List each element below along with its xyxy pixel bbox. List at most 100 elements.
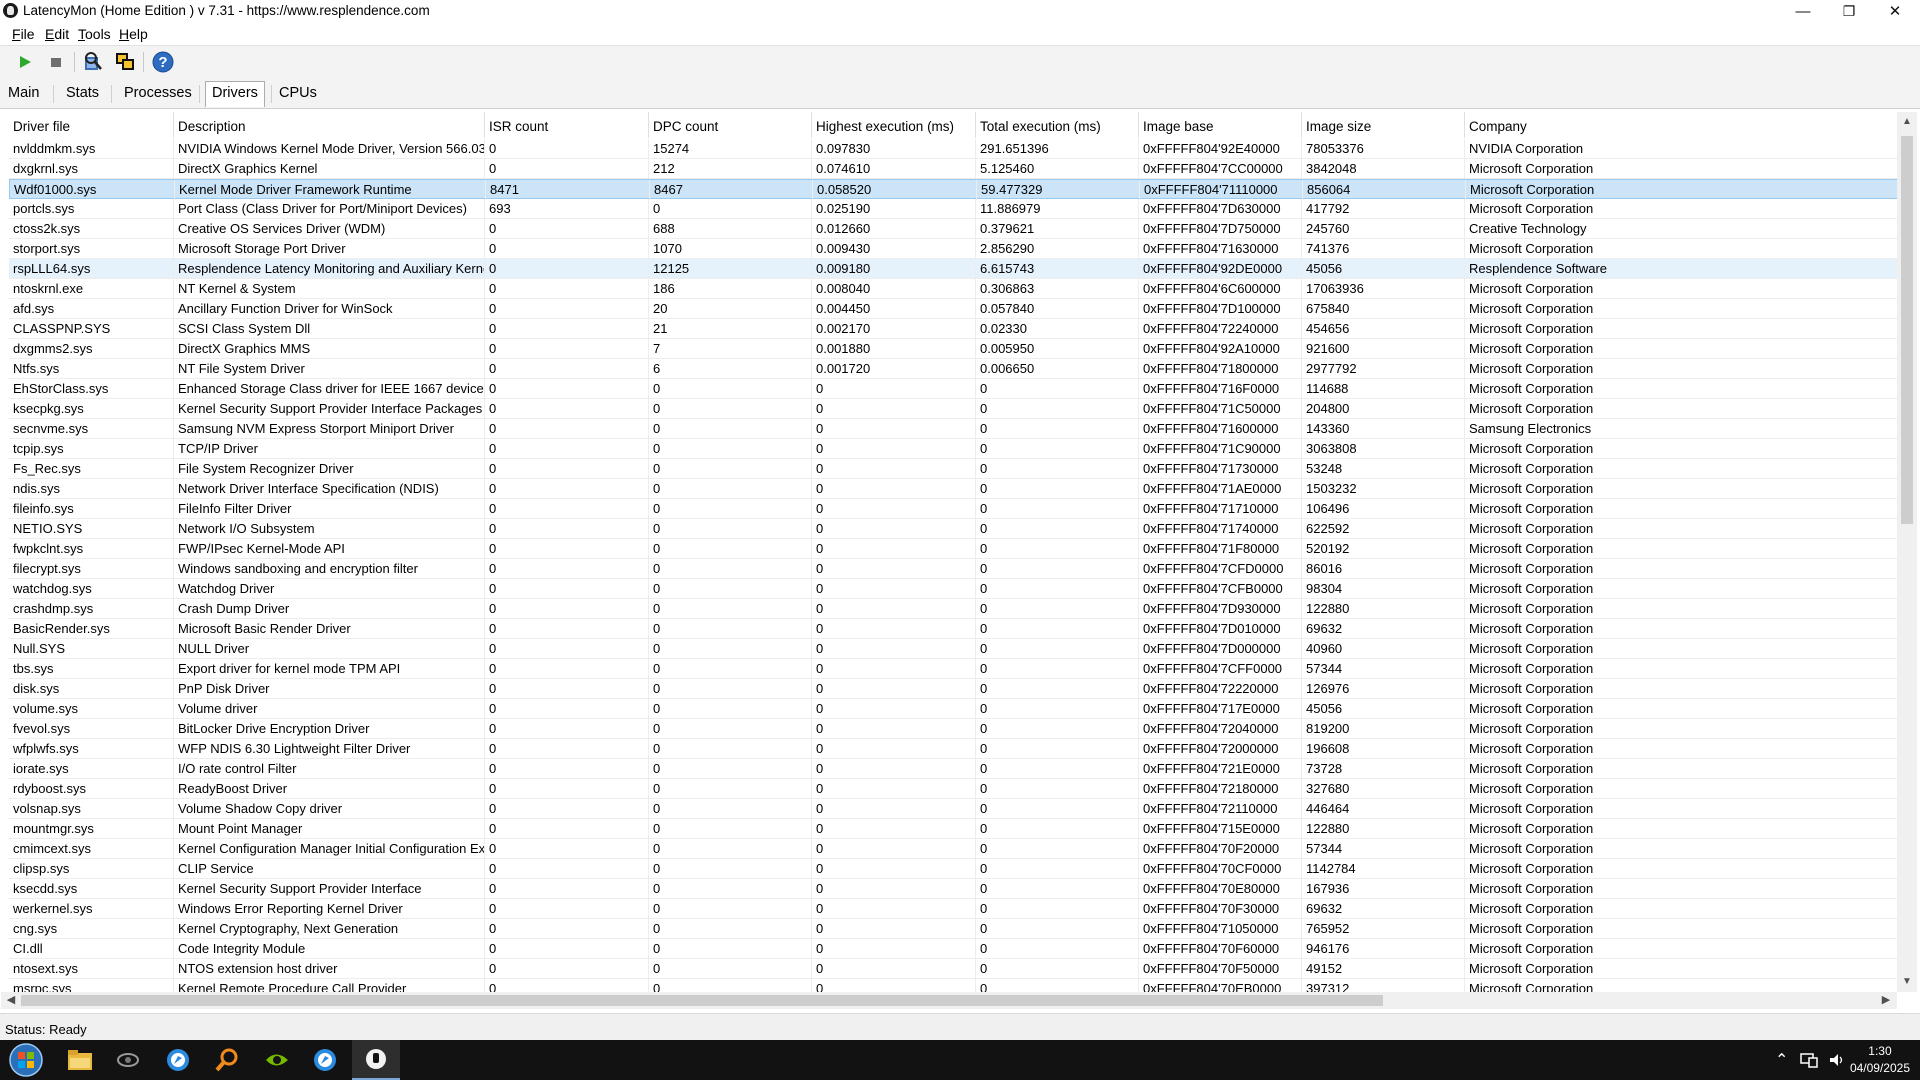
- table-row[interactable]: NETIO.SYS Network I/O Subsystem 0 0 0 0 0xFFFF…: [9, 519, 1897, 539]
- nvidia-icon[interactable]: [253, 1040, 301, 1080]
- windows-icon[interactable]: [112, 49, 138, 75]
- table-row[interactable]: Wdf01000.sys Kernel Mode Driver Framework…: [9, 179, 1897, 200]
- table-row[interactable]: watchdog.sys Watchdog Driver 0 0 0 0 0xFFFFF80…: [9, 579, 1897, 599]
- table-row[interactable]: cng.sys Kernel Cryptography, Next Generat…: [9, 919, 1897, 939]
- file-explorer-icon[interactable]: [56, 1040, 104, 1080]
- column-header-image-size[interactable]: Image size: [1301, 112, 1464, 138]
- cell-dpc-count: 7: [648, 339, 811, 359]
- table-row[interactable]: nvlddmkm.sys NVIDIA Windows Kernel Mode D…: [9, 139, 1897, 159]
- minimize-button[interactable]: —: [1780, 0, 1826, 22]
- table-row[interactable]: clipsp.sys CLIP Service 0 0 0 0 0xFFFFF804'70C…: [9, 859, 1897, 879]
- table-row[interactable]: dxgkrnl.sys DirectX Graphics Kernel 0 212 0.…: [9, 159, 1897, 179]
- table-row[interactable]: volsnap.sys Volume Shadow Copy driver 0 0 0 0…: [9, 799, 1897, 819]
- maximize-button[interactable]: ❐: [1826, 0, 1872, 22]
- table-row[interactable]: dxgmms2.sys DirectX Graphics MMS 0 7 0.00188…: [9, 339, 1897, 359]
- table-row[interactable]: Null.SYS NULL Driver 0 0 0 0 0xFFFFF804'7D0000…: [9, 639, 1897, 659]
- scroll-up-arrow-icon[interactable]: ▲: [1901, 116, 1913, 130]
- table-row[interactable]: Fs_Rec.sys File System Recognizer Driver 0…: [9, 459, 1897, 479]
- scroll-right-arrow-icon[interactable]: ▶: [1879, 993, 1893, 1006]
- stop-icon[interactable]: [43, 49, 69, 75]
- table-row[interactable]: tcpip.sys TCP/IP Driver 0 0 0 0 0xFFFFF804'71C…: [9, 439, 1897, 459]
- table-row[interactable]: rdyboost.sys ReadyBoost Driver 0 0 0 0 0xFFFFF…: [9, 779, 1897, 799]
- column-header-total-execution[interactable]: Total execution (ms): [975, 112, 1138, 138]
- column-header-image-base[interactable]: Image base: [1138, 112, 1301, 138]
- table-row[interactable]: ntosext.sys NTOS extension host driver 0 0 0…: [9, 959, 1897, 979]
- column-header-isr-count[interactable]: ISR count: [484, 112, 648, 138]
- vertical-scroll-thumb[interactable]: [1901, 136, 1913, 524]
- table-row[interactable]: iorate.sys I/O rate control Filter 0 0 0 0 0xF…: [9, 759, 1897, 779]
- cell-image-size: 57344: [1301, 839, 1464, 859]
- cell-isr-count: 0: [484, 959, 648, 979]
- table-row[interactable]: ndis.sys Network Driver Interface Specifi…: [9, 479, 1897, 499]
- menu-tools[interactable]: Tools: [78, 26, 111, 42]
- scroll-down-arrow-icon[interactable]: ▼: [1901, 976, 1913, 990]
- table-row[interactable]: CI.dll Code Integrity Module 0 0 0 0 0xFFFFF80…: [9, 939, 1897, 959]
- browser-icon[interactable]: [154, 1040, 202, 1080]
- browser-icon-2[interactable]: [301, 1040, 349, 1080]
- table-row[interactable]: fwpkclnt.sys FWP/IPsec Kernel-Mode API 0 0 0…: [9, 539, 1897, 559]
- table-row[interactable]: wfplwfs.sys WFP NDIS 6.30 Lightweight Fil…: [9, 739, 1897, 759]
- cell-total-execution: 0: [975, 539, 1138, 559]
- table-row[interactable]: secnvme.sys Samsung NVM Express Storport …: [9, 419, 1897, 439]
- search-driver-icon[interactable]: [80, 49, 106, 75]
- drivers-table[interactable]: Driver file Description ISR count DPC count…: [1, 112, 1897, 992]
- table-row[interactable]: ntoskrnl.exe NT Kernel & System 0 186 0.0080…: [9, 279, 1897, 299]
- cell-company: Microsoft Corporation: [1464, 759, 1664, 779]
- column-header-highest-execution[interactable]: Highest execution (ms): [811, 112, 975, 138]
- latencymon-icon[interactable]: [352, 1040, 400, 1080]
- start-orb-icon[interactable]: [2, 1040, 50, 1080]
- tab-cpus[interactable]: CPUs: [273, 82, 323, 106]
- column-header-driver-file[interactable]: Driver file: [9, 112, 173, 138]
- help-icon[interactable]: ?: [150, 49, 176, 75]
- table-row[interactable]: portcls.sys Port Class (Class Driver for …: [9, 199, 1897, 219]
- network-icon[interactable]: [1800, 1052, 1819, 1068]
- cell-isr-count: 0: [484, 979, 648, 992]
- table-row[interactable]: Ntfs.sys NT File System Driver 0 6 0.001720 0…: [9, 359, 1897, 379]
- tab-drivers[interactable]: Drivers: [205, 81, 265, 107]
- app-icon[interactable]: [104, 1040, 152, 1080]
- tab-processes[interactable]: Processes: [118, 82, 198, 106]
- table-row[interactable]: fvevol.sys BitLocker Drive Encryption Dri…: [9, 719, 1897, 739]
- cell-dpc-count: 0: [648, 619, 811, 639]
- table-row[interactable]: ksecpkg.sys Kernel Security Support Provi…: [9, 399, 1897, 419]
- volume-icon[interactable]: [1828, 1052, 1846, 1068]
- cell-dpc-count: 20: [648, 299, 811, 319]
- column-header-dpc-count[interactable]: DPC count: [648, 112, 811, 138]
- horizontal-scroll-thumb[interactable]: [21, 995, 1383, 1006]
- scroll-left-arrow-icon[interactable]: ◀: [4, 993, 18, 1006]
- table-row[interactable]: filecrypt.sys Windows sandboxing and encr…: [9, 559, 1897, 579]
- close-button[interactable]: ✕: [1872, 0, 1918, 22]
- search-app-icon[interactable]: [203, 1040, 251, 1080]
- horizontal-scrollbar[interactable]: ◀ ▶: [1, 992, 1897, 1009]
- clock[interactable]: 1:30 04/09/2025: [1850, 1043, 1910, 1077]
- table-row[interactable]: werkernel.sys Windows Error Reporting Ker…: [9, 899, 1897, 919]
- table-row[interactable]: msrpc.sys Kernel Remote Procedure Call Pr…: [9, 979, 1897, 992]
- table-row[interactable]: CLASSPNP.SYS SCSI Class System Dll 0 21 0.00…: [9, 319, 1897, 339]
- menu-edit[interactable]: Edit: [45, 26, 69, 42]
- column-header-description[interactable]: Description: [173, 112, 484, 138]
- menu-file[interactable]: File: [12, 26, 35, 42]
- table-row[interactable]: fileinfo.sys FileInfo Filter Driver 0 0 0 0 0x…: [9, 499, 1897, 519]
- table-row[interactable]: cmimcext.sys Kernel Configuration Manager…: [9, 839, 1897, 859]
- cell-image-size: 327680: [1301, 779, 1464, 799]
- menu-help[interactable]: Help: [119, 26, 148, 42]
- table-row[interactable]: ctoss2k.sys Creative OS Services Driver (…: [9, 219, 1897, 239]
- table-row[interactable]: mountmgr.sys Mount Point Manager 0 0 0 0 0xFFF…: [9, 819, 1897, 839]
- table-row[interactable]: afd.sys Ancillary Function Driver for Win…: [9, 299, 1897, 319]
- tray-overflow-arrow-icon[interactable]: ⌃: [1775, 1050, 1788, 1070]
- vertical-scrollbar[interactable]: ▲ ▼: [1897, 112, 1917, 992]
- play-icon[interactable]: [12, 49, 38, 75]
- tab-stats[interactable]: Stats: [60, 82, 105, 106]
- tab-main[interactable]: Main: [2, 82, 45, 106]
- table-row[interactable]: rspLLL64.sys Resplendence Latency Monitor…: [9, 259, 1897, 279]
- table-row[interactable]: tbs.sys Export driver for kernel mode TPM…: [9, 659, 1897, 679]
- column-header-company[interactable]: Company: [1464, 112, 1664, 138]
- table-row[interactable]: crashdmp.sys Crash Dump Driver 0 0 0 0 0xFFFFF…: [9, 599, 1897, 619]
- table-row[interactable]: EhStorClass.sys Enhanced Storage Class dr…: [9, 379, 1897, 399]
- table-row[interactable]: ksecdd.sys Kernel Security Support Provid…: [9, 879, 1897, 899]
- table-row[interactable]: disk.sys PnP Disk Driver 0 0 0 0 0xFFFFF804'72…: [9, 679, 1897, 699]
- table-row[interactable]: BasicRender.sys Microsoft Basic Render Dr…: [9, 619, 1897, 639]
- cell-image-base: 0xFFFFF804'71C90000: [1138, 439, 1301, 459]
- table-row[interactable]: storport.sys Microsoft Storage Port Drive…: [9, 239, 1897, 259]
- table-row[interactable]: volume.sys Volume driver 0 0 0 0 0xFFFFF804'71…: [9, 699, 1897, 719]
